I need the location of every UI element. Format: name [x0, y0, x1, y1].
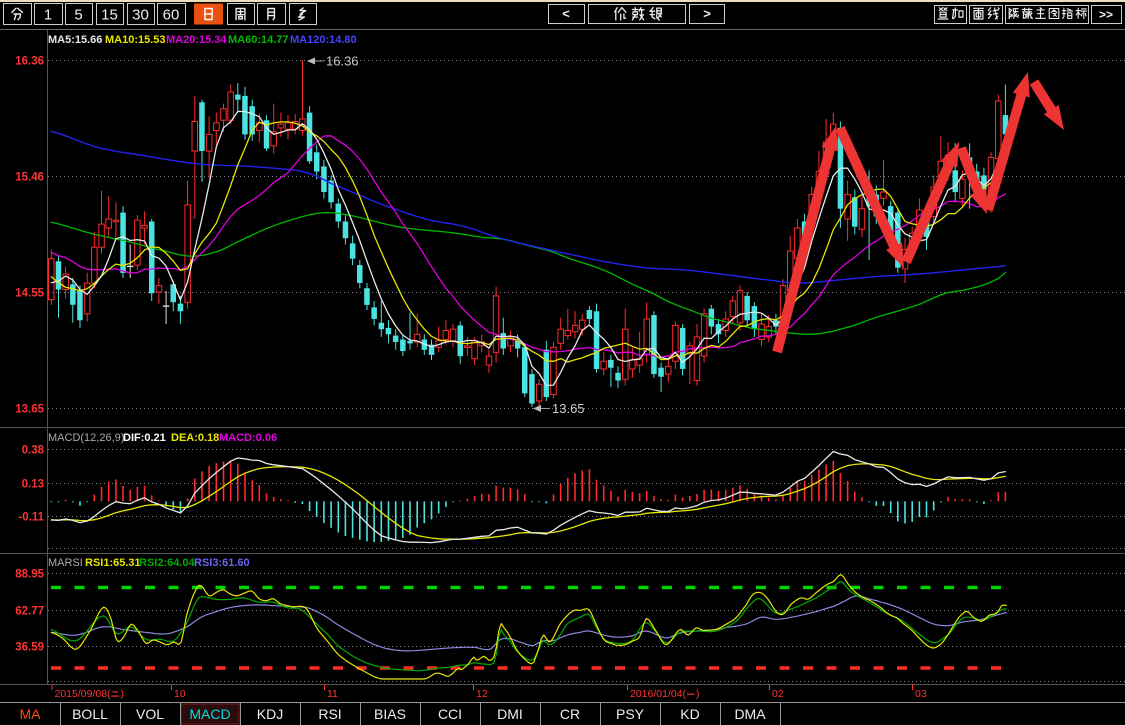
svg-text:DMI: DMI [497, 706, 523, 722]
svg-text:DIF:0.21: DIF:0.21 [123, 432, 166, 444]
svg-text:MA: MA [20, 706, 42, 722]
svg-text:0.13: 0.13 [22, 479, 44, 491]
svg-text:<: < [562, 6, 570, 21]
svg-text:15: 15 [101, 7, 118, 24]
svg-text:12: 12 [476, 688, 488, 700]
svg-text:VOL: VOL [136, 706, 164, 722]
svg-text:36.59: 36.59 [15, 642, 44, 654]
svg-text:0.38: 0.38 [22, 445, 45, 457]
svg-text:16.36: 16.36 [15, 56, 44, 68]
svg-text:DEA:0.18: DEA:0.18 [171, 432, 219, 444]
svg-text:MACD(12,26,9): MACD(12,26,9) [48, 432, 124, 444]
svg-text:BOLL: BOLL [72, 706, 108, 722]
svg-text:): ) [696, 688, 700, 700]
svg-text:-0.11: -0.11 [18, 512, 44, 524]
svg-text:MACD: MACD [189, 706, 230, 722]
svg-text:2015/09/08(: 2015/09/08( [55, 688, 112, 700]
svg-text:MA10:15.53: MA10:15.53 [105, 34, 166, 46]
svg-text:KD: KD [680, 706, 699, 722]
svg-text:13.65: 13.65 [15, 404, 44, 416]
svg-text:2016/01/04(: 2016/01/04( [630, 688, 687, 700]
svg-text:60: 60 [163, 7, 180, 24]
svg-text:14.55: 14.55 [15, 288, 44, 300]
svg-text:11: 11 [327, 688, 338, 700]
svg-text:15.46: 15.46 [15, 172, 44, 184]
svg-text:MA60:14.77: MA60:14.77 [228, 34, 289, 46]
svg-text:>: > [703, 6, 711, 21]
svg-text:16.36: 16.36 [326, 54, 359, 69]
svg-text:RSI: RSI [318, 706, 341, 722]
svg-text:30: 30 [132, 7, 149, 24]
svg-text:CR: CR [560, 706, 580, 722]
svg-text:BIAS: BIAS [374, 706, 406, 722]
svg-text:MACD:0.06: MACD:0.06 [219, 432, 277, 444]
svg-text:MA20:15.34: MA20:15.34 [166, 34, 227, 46]
svg-text:PSY: PSY [616, 706, 645, 722]
svg-text:88.95: 88.95 [15, 569, 44, 581]
svg-text:KDJ: KDJ [257, 706, 283, 722]
svg-text:13.65: 13.65 [552, 401, 585, 416]
svg-text:RSI1:65.31: RSI1:65.31 [85, 557, 141, 569]
svg-text:MA5:15.66: MA5:15.66 [48, 34, 102, 46]
svg-text:10: 10 [174, 688, 186, 700]
svg-text:MARSI: MARSI [48, 557, 83, 569]
svg-text:): ) [121, 688, 125, 700]
svg-text:RSI2:64.04: RSI2:64.04 [139, 557, 196, 569]
svg-text:RSI3:61.60: RSI3:61.60 [194, 557, 250, 569]
svg-text:DMA: DMA [734, 706, 766, 722]
svg-text:CCI: CCI [438, 706, 462, 722]
svg-text:MA120:14.80: MA120:14.80 [290, 34, 357, 46]
svg-text:03: 03 [915, 688, 927, 700]
svg-text:02: 02 [772, 688, 784, 700]
svg-text:5: 5 [74, 7, 82, 24]
svg-text:62.77: 62.77 [15, 606, 44, 618]
svg-text:1: 1 [44, 7, 52, 24]
svg-text:>>: >> [1099, 8, 1113, 22]
